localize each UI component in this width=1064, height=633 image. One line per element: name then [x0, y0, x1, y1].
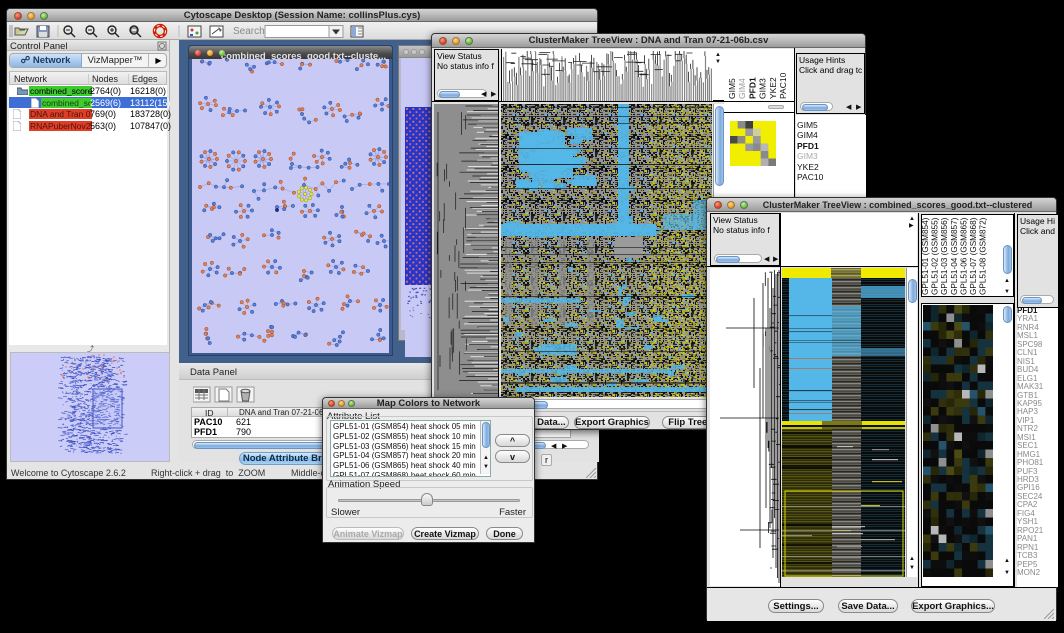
svg-text:GPL51-08 (GSM872): GPL51-08 (GSM872) — [979, 217, 988, 295]
svg-text:GPL51-07 (GSM868): GPL51-07 (GSM868) — [969, 217, 978, 295]
svg-text:GPL51-06 (GSM865): GPL51-06 (GSM865) — [959, 217, 968, 295]
svg-text:Search:: Search: — [233, 26, 267, 37]
svg-text:GPL51-03 (GSM856): GPL51-03 (GSM856) — [940, 217, 949, 295]
svg-text:GPL51-02 (GSM855): GPL51-02 (GSM855) — [931, 217, 940, 295]
svg-text:GIM3: GIM3 — [758, 78, 768, 99]
svg-text:YKE2: YKE2 — [768, 77, 778, 99]
svg-text:GIM5: GIM5 — [727, 78, 737, 99]
svg-text:PAC10: PAC10 — [778, 72, 788, 99]
svg-text:GPL51-04 (GSM857): GPL51-04 (GSM857) — [950, 217, 959, 295]
svg-text:GPL51-01 (GSM854): GPL51-01 (GSM854) — [922, 217, 930, 295]
svg-text:GIM4: GIM4 — [737, 78, 747, 99]
svg-text:PFD1: PFD1 — [747, 77, 757, 99]
